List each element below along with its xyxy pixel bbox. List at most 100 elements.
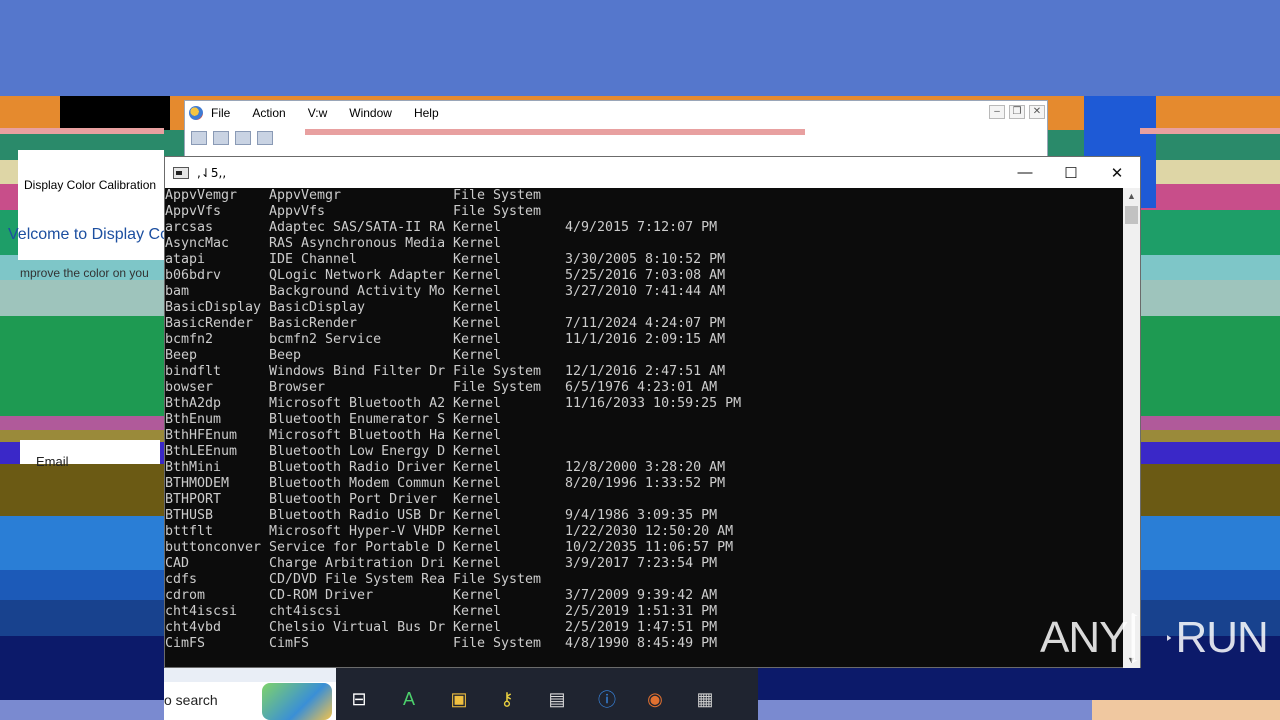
service-name: BthA2dp [165,396,222,411]
display-name: AppvVfs [269,204,326,219]
forward-icon[interactable] [213,131,229,145]
service-name: cdfs [165,572,198,587]
timestamp: 7/11/2024 4:24:07 PM [565,316,726,331]
timestamp [565,300,865,316]
show-hide-tree-icon[interactable] [257,131,273,145]
search-placeholder[interactable]: o search [164,692,218,708]
console-row: Beep Beep Kernel [165,348,1123,364]
console-title: ,⇃5,, [197,165,227,180]
key-icon[interactable]: ⚷ [492,684,522,714]
timestamp: 8/20/1996 1:33:52 PM [565,476,726,491]
email-label: Email [36,454,69,469]
display-calibration-window[interactable]: Display Color Calibration Velcome to Dis… [8,150,169,280]
service-type: Kernel [453,620,502,635]
menu-file[interactable]: File [211,106,230,120]
service-name: cdrom [165,588,206,603]
control-panel-icon[interactable]: ▣ [444,684,474,714]
font-app-icon[interactable]: A [394,684,424,714]
service-name: AppvVfs [165,204,222,219]
service-type: Kernel [453,396,502,411]
display-name: Service for Portable D [269,540,446,555]
timestamp: 5/25/2016 7:03:08 AM [565,268,726,283]
close-icon[interactable]: ✕ [1029,105,1045,119]
service-name: BthLEEnum [165,444,238,459]
menu-action[interactable]: Action [252,106,285,120]
menu-view[interactable]: V:w [308,106,328,120]
maximize-icon[interactable]: ☐ [1048,157,1094,188]
service-name: BasicRender [165,316,254,331]
service-type: File System [453,204,542,219]
console-row: bindflt Windows Bind Filter Dr File System… [165,364,1123,380]
service-type: File System [453,636,542,651]
service-type: Kernel [453,476,502,491]
calibration-icon[interactable]: ◉ [640,684,670,714]
chevron-up-icon[interactable]: ▲ [1123,188,1140,204]
console-row: atapi IDE Channel Kernel 3/30/2005 8:10:52 … [165,252,1123,268]
console-taskbar-icon[interactable]: ▦ [690,684,720,714]
timestamp: 3/27/2010 7:41:44 AM [565,284,726,299]
console-row: cdfs CD/DVD File System Rea File System [165,572,1123,588]
console-titlebar[interactable]: ,⇃5,, — ☐ ✕ [165,157,1140,188]
timestamp [565,236,865,252]
mmc-taskbar-icon[interactable]: ▤ [542,684,572,714]
console-output[interactable]: AppvVemgr AppvVemgr File System AppvVfs Appv… [165,188,1123,668]
service-type: Kernel [453,492,502,507]
display-name: bcmfn2 Service [269,332,382,347]
console-window[interactable]: ,⇃5,, — ☐ ✕ AppvVemgr AppvVemgr File Syste… [164,156,1141,668]
console-row: AppvVemgr AppvVemgr File System [165,188,1123,204]
play-icon [1131,612,1172,664]
timestamp: 11/1/2016 2:09:15 AM [565,332,726,347]
minimize-icon[interactable]: — [1002,157,1048,188]
display-name: IDE Channel [269,252,358,267]
display-name: Bluetooth Radio USB Dr [269,508,446,523]
timestamp: 4/8/1990 8:45:49 PM [565,636,718,651]
service-type: Kernel [453,252,502,267]
service-type: Kernel [453,508,502,523]
artifact-line [305,129,805,135]
artifact-block [1140,128,1280,134]
menu-window[interactable]: Window [349,106,392,120]
restore-icon[interactable]: ❐ [1009,105,1025,119]
minimize-icon[interactable]: – [989,105,1005,119]
service-name: CAD [165,556,190,571]
up-folder-icon[interactable] [235,131,251,145]
service-name: cht4iscsi [165,604,238,619]
mmc-window-controls: – ❐ ✕ [989,105,1045,119]
console-row: b06bdrv QLogic Network Adapter Kernel 5/25/… [165,268,1123,284]
close-icon[interactable]: ✕ [1094,157,1140,188]
back-icon[interactable] [191,131,207,145]
timestamp: 3/30/2005 8:10:52 PM [565,252,726,267]
console-row: BTHUSB Bluetooth Radio USB Dr Kernel 9/4/19… [165,508,1123,524]
display-name: BasicDisplay [269,300,366,315]
console-row: BthHFEnum Microsoft Bluetooth Ha Kernel [165,428,1123,444]
console-row: AsyncMac RAS Asynchronous Media Kernel [165,236,1123,252]
display-name: QLogic Network Adapter [269,268,446,283]
timestamp: 12/1/2016 2:47:51 AM [565,364,726,379]
task-view-icon[interactable]: ⊟ [344,684,374,714]
display-name: Bluetooth Low Energy D [269,444,446,459]
welcome-heading: Velcome to Display Co [8,226,169,243]
console-row: BasicDisplay BasicDisplay Kernel [165,300,1123,316]
info-icon[interactable]: ⓘ [592,684,622,714]
service-type: Kernel [453,300,502,315]
service-type: Kernel [453,428,502,443]
display-name: Microsoft Hyper-V VHDP [269,524,446,539]
service-name: BthEnum [165,412,222,427]
timestamp: 9/4/1986 3:09:35 PM [565,508,718,523]
timestamp [565,444,865,460]
service-type: Kernel [453,588,502,603]
menu-help[interactable]: Help [414,106,439,120]
display-name: cht4iscsi [269,604,342,619]
mmc-window[interactable]: File Action V:w Window Help – ❐ ✕ [184,100,1048,158]
service-name: cht4vbd [165,620,222,635]
console-row: BTHPORT Bluetooth Port Driver Kernel [165,492,1123,508]
timestamp [565,348,865,364]
console-scrollbar[interactable]: ▲ ▼ [1123,188,1140,668]
display-name: Charge Arbitration Dri [269,556,446,571]
display-name: Bluetooth Modem Commun [269,476,446,491]
display-name: AppvVemgr [269,188,342,203]
scroll-thumb[interactable] [1125,206,1138,224]
timestamp: 12/8/2000 3:28:20 AM [565,460,726,475]
console-row: arcsas Adaptec SAS/SATA-II RA Kernel 4/9/20… [165,220,1123,236]
service-name: atapi [165,252,206,267]
